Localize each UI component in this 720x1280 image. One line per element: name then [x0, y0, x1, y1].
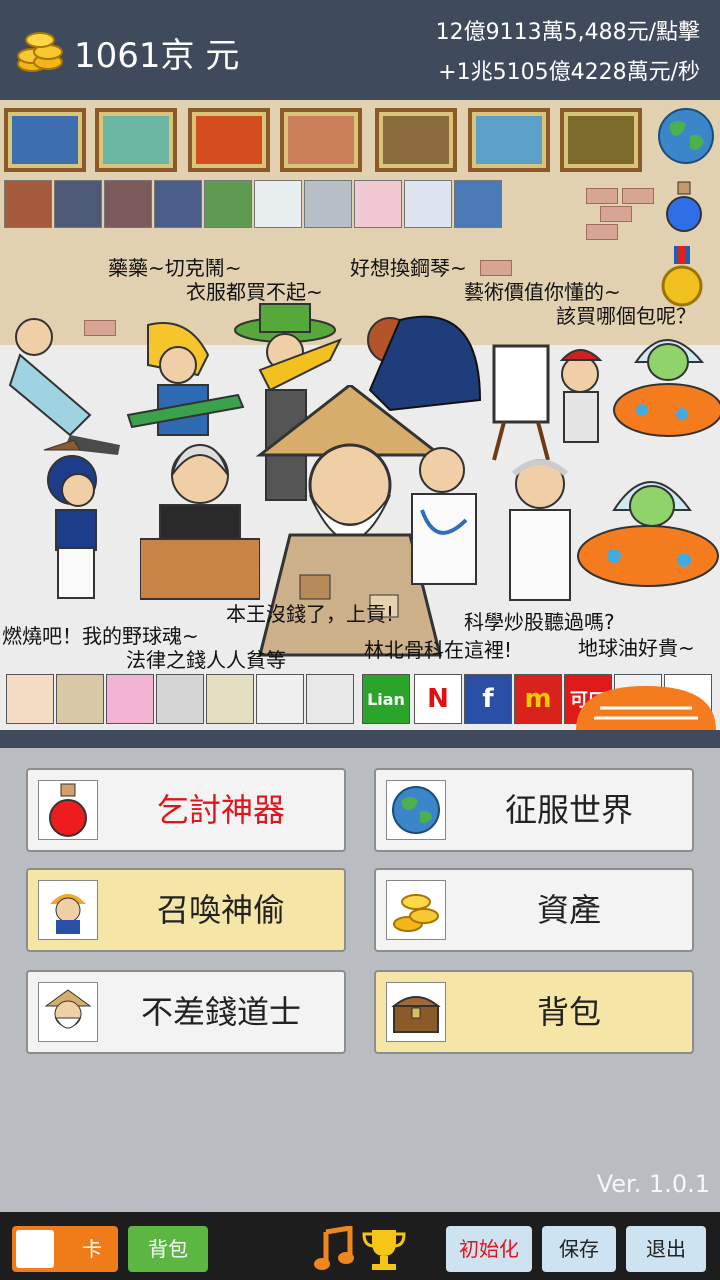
character-alien-ufo-1[interactable] [612, 322, 720, 452]
shop-apartment[interactable] [56, 674, 104, 724]
speech-scientist: 科學炒股聽過嗎? [464, 610, 615, 634]
beggar-artifact-label: 乞討神器 [156, 791, 285, 829]
shop-m[interactable]: m [514, 674, 562, 724]
painting-cardplayers[interactable] [375, 108, 457, 172]
painting-vangogh[interactable] [4, 108, 86, 172]
avatar-icon [16, 1230, 54, 1268]
painting-scream[interactable] [188, 108, 270, 172]
shop-cafe[interactable] [106, 674, 154, 724]
menu-divider [0, 730, 720, 748]
top-status-bar: 1061京 元 12億9113萬5,488元/點擊 +1兆5105億4228萬元… [0, 0, 720, 100]
taoist-face-icon [38, 982, 98, 1042]
shop-office[interactable] [156, 674, 204, 724]
shop-lian[interactable]: Lian [362, 674, 410, 724]
game-scene[interactable]: 藥藥~切克鬧~ 衣服都買不起~ 好想換鋼琴~ 藝術價值你懂的~ 該買哪個包呢？ … [0, 100, 720, 730]
money-total: 1061京 元 [74, 36, 240, 76]
speech-alien: 地球油好貴~ [578, 636, 695, 660]
gold-coins-icon [17, 32, 63, 72]
landmark-hotel[interactable] [54, 180, 102, 228]
speech-judge: 法律之錢人人貧等 [126, 648, 286, 672]
speech-clothes: 衣服都買不起~ [186, 280, 323, 304]
painting-women[interactable] [468, 108, 550, 172]
speech-bag: 該買哪個包呢？ [556, 304, 696, 328]
version-label: Ver. 1.0.1 [596, 1170, 710, 1198]
thief-girl-icon [38, 880, 98, 940]
character-baseball-player[interactable] [34, 440, 114, 610]
assets-label: 資產 [536, 891, 601, 929]
globe-icon[interactable] [656, 106, 716, 166]
shop-f[interactable]: f [464, 674, 512, 724]
red-potion-icon [38, 780, 98, 840]
shop-building[interactable] [206, 674, 254, 724]
main-menu: 乞討神器 征服世界 召喚神偷 資產 不差錢道士 背包 Ver. 1.0.1 [0, 730, 720, 1212]
backpack-label: 背包 [536, 993, 601, 1031]
landmark-station[interactable] [4, 180, 52, 228]
card-button[interactable]: 卡 [12, 1226, 118, 1272]
income-per-tap: 12億9113萬5,488元/點擊 [435, 20, 700, 45]
globe-icon [386, 780, 446, 840]
orange-pull-tab[interactable] [576, 686, 716, 730]
rich-taoist-button[interactable]: 不差錢道士 [26, 970, 346, 1054]
exit-button[interactable]: 退出 [626, 1226, 706, 1272]
beggar-artifact-button[interactable]: 乞討神器 [26, 768, 346, 852]
shop-n[interactable]: N [414, 674, 462, 724]
music-note-icon[interactable] [312, 1226, 356, 1272]
assets-button[interactable]: 資產 [374, 868, 694, 952]
landmark-dome[interactable] [154, 180, 202, 228]
shop-tower[interactable] [256, 674, 304, 724]
summon-thief-button[interactable]: 召喚神偷 [26, 868, 346, 952]
trophy-icon[interactable] [362, 1226, 406, 1272]
speech-piano: 好想換鋼琴~ [350, 256, 467, 280]
shop-skyscraper[interactable] [306, 674, 354, 724]
landmark-opera[interactable] [254, 180, 302, 228]
income-per-second: +1兆5105億4228萬元/秒 [438, 60, 700, 85]
blue-potion-icon[interactable] [664, 180, 704, 234]
gold-coins-icon [386, 880, 446, 940]
landmark-castle[interactable] [404, 180, 452, 228]
landmark-arcade[interactable] [354, 180, 402, 228]
speech-king: 本王沒錢了，上貢! [226, 602, 395, 626]
rich-taoist-label: 不差錢道士 [140, 993, 301, 1031]
reset-button[interactable]: 初始化 [446, 1226, 532, 1272]
shop-house[interactable] [6, 674, 54, 724]
bottom-toolbar: 卡 背包 初始化 保存 退出 [0, 1212, 720, 1280]
card-label: 卡 [82, 1237, 102, 1261]
bag-button[interactable]: 背包 [128, 1226, 208, 1272]
conquer-world-label: 征服世界 [504, 791, 633, 829]
painting-monalisa[interactable] [560, 108, 642, 172]
landmark-stadium[interactable] [204, 180, 252, 228]
character-alien-ufo-2[interactable] [574, 460, 720, 600]
landmark-building[interactable] [304, 180, 352, 228]
painting-cubist[interactable] [280, 108, 362, 172]
backpack-button[interactable]: 背包 [374, 970, 694, 1054]
treasure-chest-icon [386, 982, 446, 1042]
conquer-world-button[interactable]: 征服世界 [374, 768, 694, 852]
summon-thief-label: 召喚神偷 [156, 891, 285, 929]
landmark-taipei101[interactable] [454, 180, 502, 228]
speech-doctor: 林北骨科在這裡! [364, 638, 513, 662]
save-button[interactable]: 保存 [542, 1226, 616, 1272]
landmark-city[interactable] [104, 180, 152, 228]
painting-portrait-green[interactable] [95, 108, 177, 172]
